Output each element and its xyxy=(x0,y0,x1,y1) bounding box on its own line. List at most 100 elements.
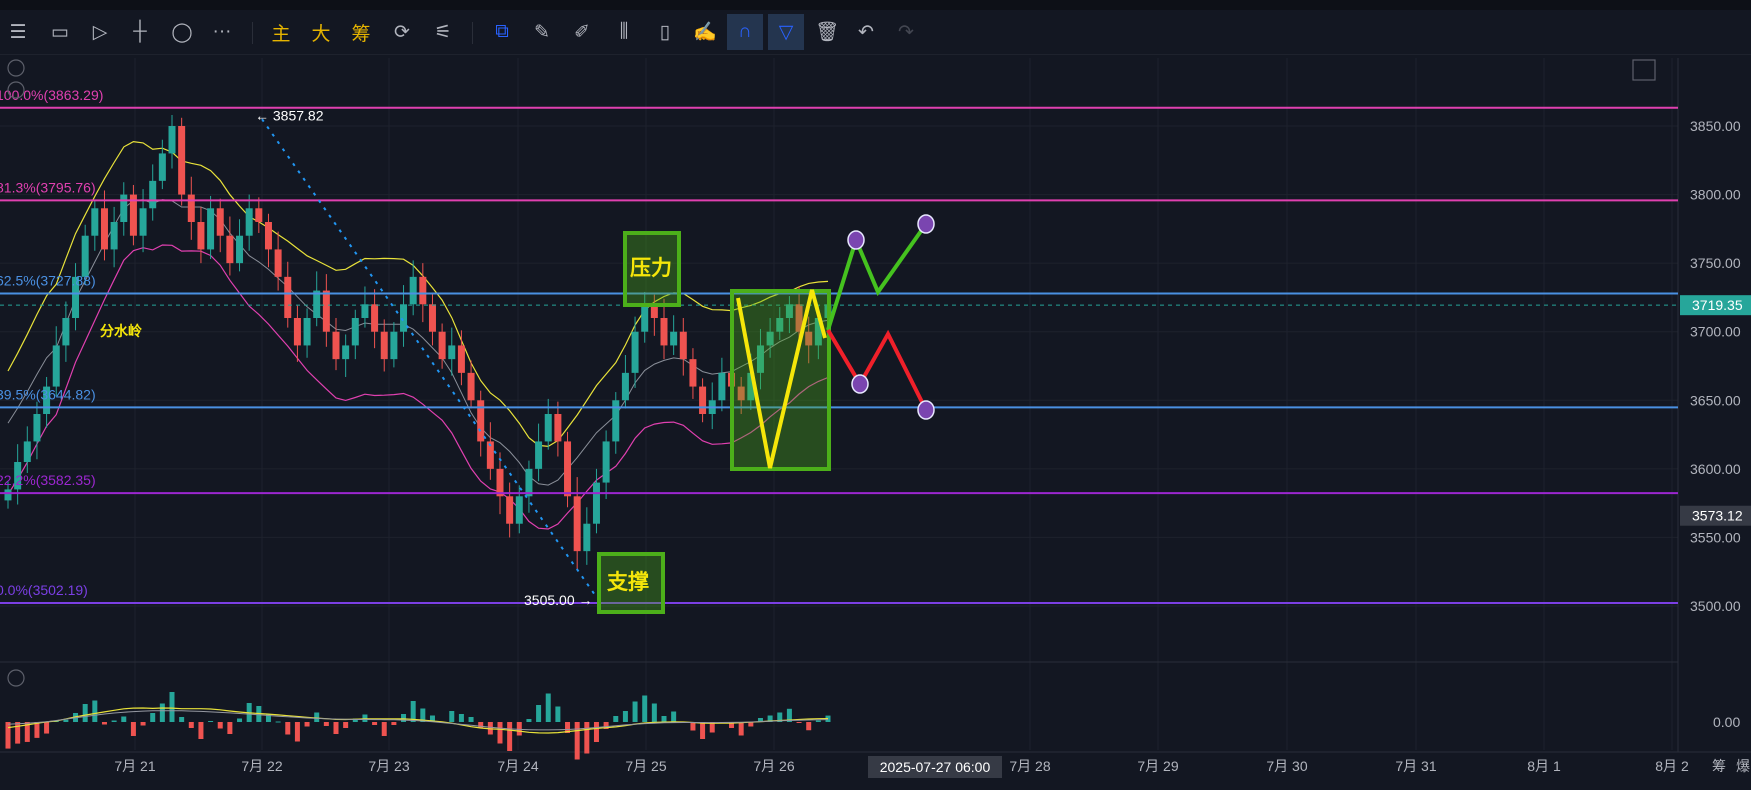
macd-bar xyxy=(121,716,127,722)
price-tick-label: 3600.00 xyxy=(1690,461,1741,477)
candle-body xyxy=(313,290,321,318)
macd-bar xyxy=(217,722,223,729)
price-tick-label: 3850.00 xyxy=(1690,118,1741,134)
candle-body xyxy=(110,222,118,250)
macd-bar xyxy=(285,722,291,735)
collapse-icon xyxy=(7,669,25,687)
macd-bar xyxy=(208,721,214,722)
macd-bar xyxy=(661,716,667,722)
fib-label: 100.0%(3863.29) xyxy=(0,87,103,103)
candle-body xyxy=(149,180,157,209)
candle-body xyxy=(274,249,282,277)
candle-body xyxy=(448,345,456,360)
grid xyxy=(0,58,1751,753)
fib-label: 62.5%(3727.88) xyxy=(0,272,96,288)
price-tick-label: 3500.00 xyxy=(1690,598,1741,614)
macd-bar xyxy=(237,718,243,722)
candle-body xyxy=(158,153,166,181)
candle-body xyxy=(554,414,562,442)
candle-body xyxy=(236,235,244,264)
price-tick-label: 3800.00 xyxy=(1690,187,1741,203)
resistance-label: 压力 xyxy=(630,257,672,280)
candle-body xyxy=(293,318,301,346)
macd-bar xyxy=(179,717,185,722)
path-node xyxy=(917,214,935,234)
crosshair-time-label: 2025-07-27 06:00 xyxy=(880,759,991,775)
candle-body xyxy=(419,276,427,305)
candle-body xyxy=(332,331,340,360)
candle-body xyxy=(4,489,12,501)
candle-body xyxy=(100,208,108,250)
candle-body xyxy=(621,372,629,401)
macd-bar xyxy=(198,722,204,739)
macd-bar xyxy=(391,722,397,725)
path-node xyxy=(851,374,869,394)
candle-body xyxy=(322,290,330,332)
candle-body xyxy=(400,304,408,332)
fullscreen-icon xyxy=(1632,59,1656,81)
candle-body xyxy=(699,386,707,414)
fib-label: 81.3%(3795.76) xyxy=(0,179,96,195)
candle-body xyxy=(216,208,224,236)
axes: 3850.00 3800.00 3750.00 3700.00 3650.00 3600.… xyxy=(114,118,1751,778)
macd-zero-label: 0.00 xyxy=(1713,714,1740,730)
time-tick-label: 7月 28 xyxy=(1009,758,1050,774)
candle-body xyxy=(226,235,234,264)
current-price-label: 3719.35 xyxy=(1692,297,1743,313)
macd-bar xyxy=(584,722,590,754)
candlestick-chart[interactable]: 100.0%(3863.29) 81.3%(3795.76) 62.5%(3727.… xyxy=(0,0,1751,790)
candle-body xyxy=(390,331,398,360)
macd-bar xyxy=(545,693,551,722)
macd-bar xyxy=(92,700,98,722)
macd-bar xyxy=(5,722,11,749)
candle-body xyxy=(670,331,678,346)
candle-body xyxy=(506,496,514,524)
macd-bar xyxy=(622,711,628,722)
candle-body xyxy=(457,345,465,373)
macd-bar xyxy=(815,720,821,722)
macd-bar xyxy=(323,722,329,726)
macd-bar xyxy=(516,722,522,736)
macd-bar xyxy=(613,716,619,722)
price-tick-label: 3700.00 xyxy=(1690,324,1741,340)
macd-bar xyxy=(63,719,69,722)
macd-bar xyxy=(381,722,387,736)
time-tick-label: 7月 21 xyxy=(114,758,155,774)
macd-bar xyxy=(555,706,561,722)
candle-body xyxy=(81,235,89,277)
bear-path xyxy=(826,328,928,411)
trend-line xyxy=(261,118,597,597)
macd-bar xyxy=(150,713,156,722)
macd-bar xyxy=(169,692,175,722)
candle-body xyxy=(342,345,350,360)
candle-body xyxy=(62,318,70,346)
macd-bar xyxy=(690,722,696,731)
candle-body xyxy=(120,194,128,222)
candle-body xyxy=(245,208,253,236)
candle-body xyxy=(660,318,668,346)
candle-body xyxy=(207,208,215,250)
candle-body xyxy=(409,276,417,305)
candle-body xyxy=(380,331,388,360)
bull-path xyxy=(826,222,928,331)
time-tick-label: 7月 30 xyxy=(1266,758,1307,774)
macd-bar xyxy=(15,722,21,744)
candle-body xyxy=(573,496,581,552)
macd-bar xyxy=(401,714,407,722)
macd-bar xyxy=(574,722,580,760)
candle-body xyxy=(467,372,475,401)
time-tick-label: 7月 29 xyxy=(1137,758,1178,774)
candle-body xyxy=(197,222,205,250)
candle-body xyxy=(284,276,292,318)
macd-bar xyxy=(671,711,677,722)
macd-bar xyxy=(82,704,88,722)
time-tick-label: 7月 23 xyxy=(368,758,409,774)
candle-body xyxy=(255,208,263,222)
macd-bar xyxy=(227,722,233,734)
candle-body xyxy=(139,208,147,236)
time-tick-label: 7月 24 xyxy=(497,758,538,774)
candle-body xyxy=(689,359,697,387)
collapse-icon xyxy=(7,59,25,77)
fib-label: 22.2%(3582.35) xyxy=(0,472,96,488)
macd-bar xyxy=(806,722,812,731)
